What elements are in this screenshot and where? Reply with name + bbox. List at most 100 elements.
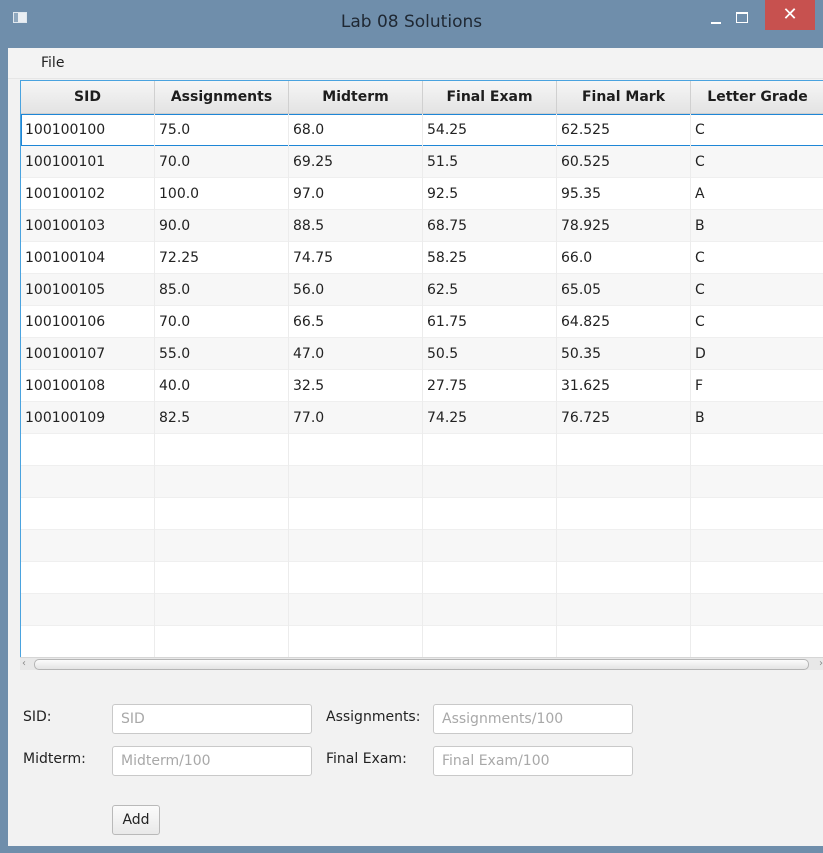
grades-table[interactable]: SID Assignments Midterm Final Exam Final… (20, 80, 823, 659)
cell-final-exam: 50.5 (423, 338, 557, 370)
table-row[interactable]: 100100101 70.0 69.25 51.5 60.525 C (21, 146, 823, 178)
close-button[interactable]: ✕ (765, 0, 815, 30)
cell-assignments: 70.0 (155, 146, 289, 178)
cell-assignments: 82.5 (155, 402, 289, 434)
cell-letter-grade: C (695, 122, 705, 138)
cell-final-mark: 62.525 (557, 114, 691, 146)
table-body: 100100100 75.0 68.0 54.25 62.525 C 10010… (21, 114, 823, 658)
empty-cell (691, 626, 823, 658)
cell-final-exam: 62.5 (423, 274, 557, 306)
table-row[interactable]: 100100105 85.0 56.0 62.5 65.05 C (21, 274, 823, 306)
empty-cell (155, 562, 289, 594)
empty-cell (155, 466, 289, 498)
final-exam-input[interactable] (433, 746, 633, 776)
empty-cell (21, 434, 155, 466)
cell-midterm: 68.0 (289, 114, 423, 146)
cell-final-mark: 64.825 (557, 306, 691, 338)
scroll-left-arrow-icon[interactable]: ‹ (22, 658, 32, 670)
empty-row (21, 626, 823, 658)
empty-cell (21, 466, 155, 498)
cell-final-mark: 66.0 (557, 242, 691, 274)
empty-row (21, 562, 823, 594)
column-header-assignments[interactable]: Assignments (155, 81, 289, 113)
table-row[interactable]: 100100104 72.25 74.75 58.25 66.0 C (21, 242, 823, 274)
cell-letter-grade: F (695, 378, 704, 394)
table-row[interactable]: 100100100 75.0 68.0 54.25 62.525 C (21, 114, 823, 146)
table-row[interactable]: 100100106 70.0 66.5 61.75 64.825 C (21, 306, 823, 338)
cell-final-mark: 50.35 (557, 338, 691, 370)
column-header-final-exam[interactable]: Final Exam (423, 81, 557, 113)
minimize-button[interactable] (705, 10, 727, 28)
empty-cell (21, 562, 155, 594)
cell-sid: 100100107 (21, 338, 155, 370)
empty-cell (557, 530, 691, 562)
empty-cell (21, 530, 155, 562)
empty-cell (289, 466, 423, 498)
cell-midterm: 69.25 (289, 146, 423, 178)
empty-cell (691, 434, 823, 466)
empty-cell (21, 594, 155, 626)
cell-assignments: 85.0 (155, 274, 289, 306)
table-row[interactable]: 100100107 55.0 47.0 50.5 50.35 D (21, 338, 823, 370)
cell-midterm: 47.0 (289, 338, 423, 370)
cell-midterm: 32.5 (289, 370, 423, 402)
empty-cell (691, 498, 823, 530)
horizontal-scrollbar[interactable]: ‹ › (20, 657, 823, 670)
assignments-input[interactable] (433, 704, 633, 734)
cell-letter-grade: C (695, 314, 705, 330)
column-header-sid[interactable]: SID (21, 81, 155, 113)
table-row[interactable]: 100100103 90.0 88.5 68.75 78.925 B (21, 210, 823, 242)
cell-letter-grade: C (695, 282, 705, 298)
cell-sid: 100100105 (21, 274, 155, 306)
cell-letter-grade: C (695, 154, 705, 170)
cell-letter-grade: A (695, 186, 705, 202)
empty-cell (289, 498, 423, 530)
cell-final-exam: 27.75 (423, 370, 557, 402)
empty-row (21, 594, 823, 626)
cell-letter-grade: B (695, 410, 705, 426)
empty-cell (557, 466, 691, 498)
midterm-label: Midterm: (23, 751, 86, 767)
cell-midterm: 77.0 (289, 402, 423, 434)
table-row[interactable]: 100100102 100.0 97.0 92.5 95.35 A (21, 178, 823, 210)
cell-assignments: 55.0 (155, 338, 289, 370)
maximize-button[interactable] (731, 8, 753, 28)
midterm-input[interactable] (112, 746, 312, 776)
cell-sid: 100100106 (21, 306, 155, 338)
empty-cell (557, 594, 691, 626)
menu-file[interactable]: File (41, 55, 64, 71)
empty-row (21, 434, 823, 466)
empty-cell (289, 562, 423, 594)
table-header: SID Assignments Midterm Final Exam Final… (21, 81, 823, 114)
cell-midterm: 66.5 (289, 306, 423, 338)
sid-input[interactable] (112, 704, 312, 734)
empty-cell (557, 626, 691, 658)
cell-sid: 100100108 (21, 370, 155, 402)
scrollbar-thumb[interactable] (34, 659, 809, 670)
empty-cell (289, 434, 423, 466)
empty-cell (289, 626, 423, 658)
empty-cell (557, 498, 691, 530)
empty-cell (691, 594, 823, 626)
cell-assignments: 70.0 (155, 306, 289, 338)
add-button[interactable]: Add (112, 805, 160, 835)
empty-cell (155, 594, 289, 626)
empty-cell (21, 626, 155, 658)
empty-cell (155, 626, 289, 658)
empty-row (21, 530, 823, 562)
column-header-midterm[interactable]: Midterm (289, 81, 423, 113)
cell-letter-grade: C (695, 250, 705, 266)
empty-cell (423, 562, 557, 594)
cell-final-mark: 31.625 (557, 370, 691, 402)
column-header-final-mark[interactable]: Final Mark (557, 81, 691, 113)
column-header-letter-grade[interactable]: Letter Grade (691, 81, 823, 113)
table-row[interactable]: 100100109 82.5 77.0 74.25 76.725 B (21, 402, 823, 434)
scroll-right-arrow-icon[interactable]: › (813, 658, 823, 670)
table-row[interactable]: 100100108 40.0 32.5 27.75 31.625 F (21, 370, 823, 402)
cell-assignments: 90.0 (155, 210, 289, 242)
cell-assignments: 72.25 (155, 242, 289, 274)
cell-final-mark: 78.925 (557, 210, 691, 242)
cell-final-mark: 76.725 (557, 402, 691, 434)
cell-letter-grade: B (695, 218, 705, 234)
cell-sid: 100100101 (21, 146, 155, 178)
